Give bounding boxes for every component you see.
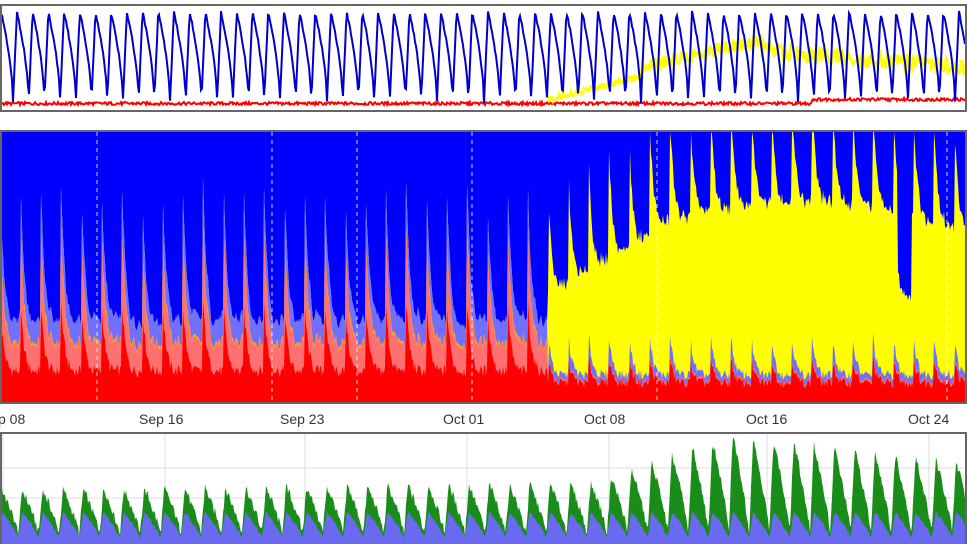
bottom-stacked-area-plot [2, 434, 965, 544]
x-tick-label: p 08 [0, 411, 26, 427]
x-tick-label: Sep 23 [280, 411, 325, 427]
middle-stacked-area-plot [2, 132, 965, 402]
x-tick-label: Oct 08 [584, 411, 626, 427]
top-line-chart [0, 4, 967, 112]
x-tick-label: Oct 24 [908, 411, 950, 427]
middle-stacked-area-chart [0, 130, 967, 404]
x-tick-label: Oct 01 [443, 411, 485, 427]
x-tick-label: Oct 16 [746, 411, 788, 427]
top-line-chart-plot [2, 9, 965, 108]
x-tick-label: Sep 16 [139, 411, 184, 427]
bottom-stacked-area-chart [0, 432, 967, 544]
